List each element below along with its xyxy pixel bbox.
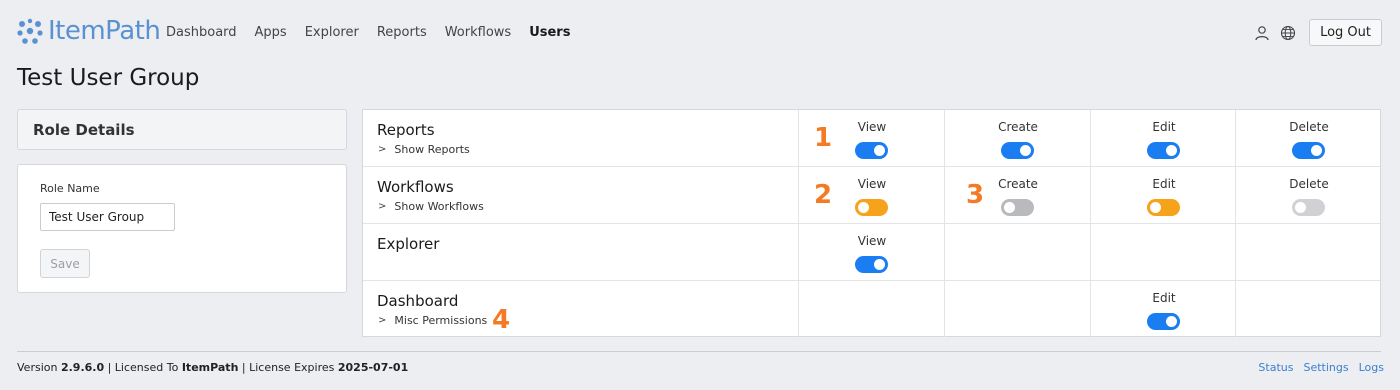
perm-label-delete: Delete	[1289, 120, 1329, 134]
role-details-header: Role Details	[17, 109, 347, 150]
perm-cell-edit: Edit	[1090, 110, 1236, 166]
perm-label-edit: Edit	[1152, 120, 1176, 134]
perm-cell-view: View	[798, 167, 944, 223]
explorer-view-toggle[interactable]	[855, 256, 888, 273]
perm-label-create: Create	[998, 120, 1038, 134]
nav-users[interactable]: Users	[529, 25, 570, 40]
workflows-edit-toggle[interactable]	[1147, 199, 1180, 216]
user-icon[interactable]	[1253, 24, 1271, 42]
toggle-knob	[1004, 202, 1015, 213]
row-title-workflows: Workflows	[377, 178, 454, 196]
toggle-knob	[874, 145, 885, 156]
role-details-card: Role Name Save	[17, 164, 347, 293]
status-link[interactable]: Status	[1258, 361, 1293, 374]
chevron-right-icon: >	[378, 144, 387, 155]
show-reports-toggle[interactable]: > Show Reports	[378, 143, 470, 156]
toggle-knob	[1150, 202, 1161, 213]
toggle-knob	[1166, 316, 1177, 327]
license-expiry: 2025-07-01	[337, 361, 409, 374]
itempath-logo[interactable]: ItemPath	[16, 16, 161, 46]
callout-number: 4	[492, 305, 511, 335]
perm-cell-view: View	[798, 224, 944, 280]
misc-permissions-label: Misc Permissions	[394, 314, 488, 327]
perm-cell-delete: Delete	[1235, 110, 1381, 166]
perm-label-view: View	[857, 120, 887, 134]
logo-icon	[17, 18, 43, 44]
workflows-delete-toggle[interactable]	[1292, 199, 1325, 216]
licensed-prefix: | Licensed To	[104, 361, 182, 374]
save-button[interactable]: Save	[40, 249, 90, 278]
role-name-label: Role Name	[40, 182, 100, 195]
globe-icon[interactable]	[1279, 24, 1297, 42]
permissions-table: Reports > Show Reports 1 View Create Edit…	[362, 109, 1381, 337]
show-workflows-toggle[interactable]: > Show Workflows	[378, 200, 484, 213]
reports-view-toggle[interactable]	[855, 142, 888, 159]
row-title-reports: Reports	[377, 121, 435, 139]
row-title-explorer: Explorer	[377, 235, 440, 253]
page-title: Test User Group	[17, 65, 200, 91]
perm-label-view: View	[857, 234, 887, 248]
version-number: 2.9.6.0	[60, 361, 105, 374]
role-name-input[interactable]	[40, 203, 175, 231]
perm-cell-view: View	[798, 110, 944, 166]
perm-cell-empty	[944, 281, 1090, 337]
perm-cell-empty	[798, 281, 944, 337]
permission-row-explorer: Explorer View	[363, 223, 1380, 280]
logo-text: ItemPath	[48, 16, 161, 46]
perm-label-edit: Edit	[1152, 177, 1176, 191]
dashboard-edit-toggle[interactable]	[1147, 313, 1180, 330]
settings-link[interactable]: Settings	[1303, 361, 1348, 374]
header-actions: Log Out	[1253, 19, 1382, 46]
toggle-knob	[1295, 202, 1306, 213]
perm-cell-create: Create	[944, 167, 1090, 223]
nav-dashboard[interactable]: Dashboard	[166, 25, 237, 40]
reports-delete-toggle[interactable]	[1292, 142, 1325, 159]
footer-divider	[17, 351, 1381, 352]
role-details-title: Role Details	[33, 121, 135, 139]
perm-cell-edit: Edit	[1090, 167, 1236, 223]
version-prefix: Version	[17, 361, 61, 374]
perm-label-create: Create	[998, 177, 1038, 191]
version-info: Version 2.9.6.0 | Licensed To ItemPath |…	[17, 361, 408, 374]
perm-cell-create: Create	[944, 110, 1090, 166]
perm-cell-delete: Delete	[1235, 167, 1381, 223]
nav-apps[interactable]: Apps	[255, 25, 287, 40]
top-bar: ItemPath Dashboard Apps Explorer Reports…	[0, 0, 1400, 68]
reports-create-toggle[interactable]	[1001, 142, 1034, 159]
workflows-create-toggle[interactable]	[1001, 199, 1034, 216]
toggle-knob	[1166, 145, 1177, 156]
toggle-knob	[858, 202, 869, 213]
perm-cell-edit: Edit	[1090, 281, 1236, 337]
toggle-knob	[1311, 145, 1322, 156]
reports-edit-toggle[interactable]	[1147, 142, 1180, 159]
toggle-knob	[1020, 145, 1031, 156]
nav-explorer[interactable]: Explorer	[305, 25, 359, 40]
perm-label-delete: Delete	[1289, 177, 1329, 191]
permission-row-dashboard: Dashboard > Misc Permissions 4 Edit	[363, 280, 1380, 337]
row-title-dashboard: Dashboard	[377, 292, 459, 310]
show-workflows-label: Show Workflows	[394, 200, 484, 213]
permission-row-reports: Reports > Show Reports 1 View Create Edit…	[363, 110, 1380, 167]
main-nav: Dashboard Apps Explorer Reports Workflow…	[166, 25, 570, 40]
workflows-view-toggle[interactable]	[855, 199, 888, 216]
misc-permissions-toggle[interactable]: > Misc Permissions	[378, 314, 487, 327]
nav-workflows[interactable]: Workflows	[445, 25, 511, 40]
perm-cell-empty	[1235, 224, 1381, 280]
footer-links: Status Settings Logs	[1258, 361, 1384, 374]
perm-label-view: View	[857, 177, 887, 191]
show-reports-label: Show Reports	[394, 143, 470, 156]
permission-row-workflows: Workflows > Show Workflows 2 3 View Creat…	[363, 166, 1380, 223]
expires-prefix: | License Expires	[238, 361, 338, 374]
nav-reports[interactable]: Reports	[377, 25, 427, 40]
perm-label-edit: Edit	[1152, 291, 1176, 305]
perm-cell-empty	[1090, 224, 1236, 280]
licensee-name: ItemPath	[181, 361, 239, 374]
logs-link[interactable]: Logs	[1359, 361, 1384, 374]
perm-cell-empty	[944, 224, 1090, 280]
perm-cell-empty	[1235, 281, 1381, 337]
chevron-right-icon: >	[378, 315, 387, 326]
logout-button[interactable]: Log Out	[1309, 19, 1382, 46]
chevron-right-icon: >	[378, 201, 387, 212]
toggle-knob	[874, 259, 885, 270]
